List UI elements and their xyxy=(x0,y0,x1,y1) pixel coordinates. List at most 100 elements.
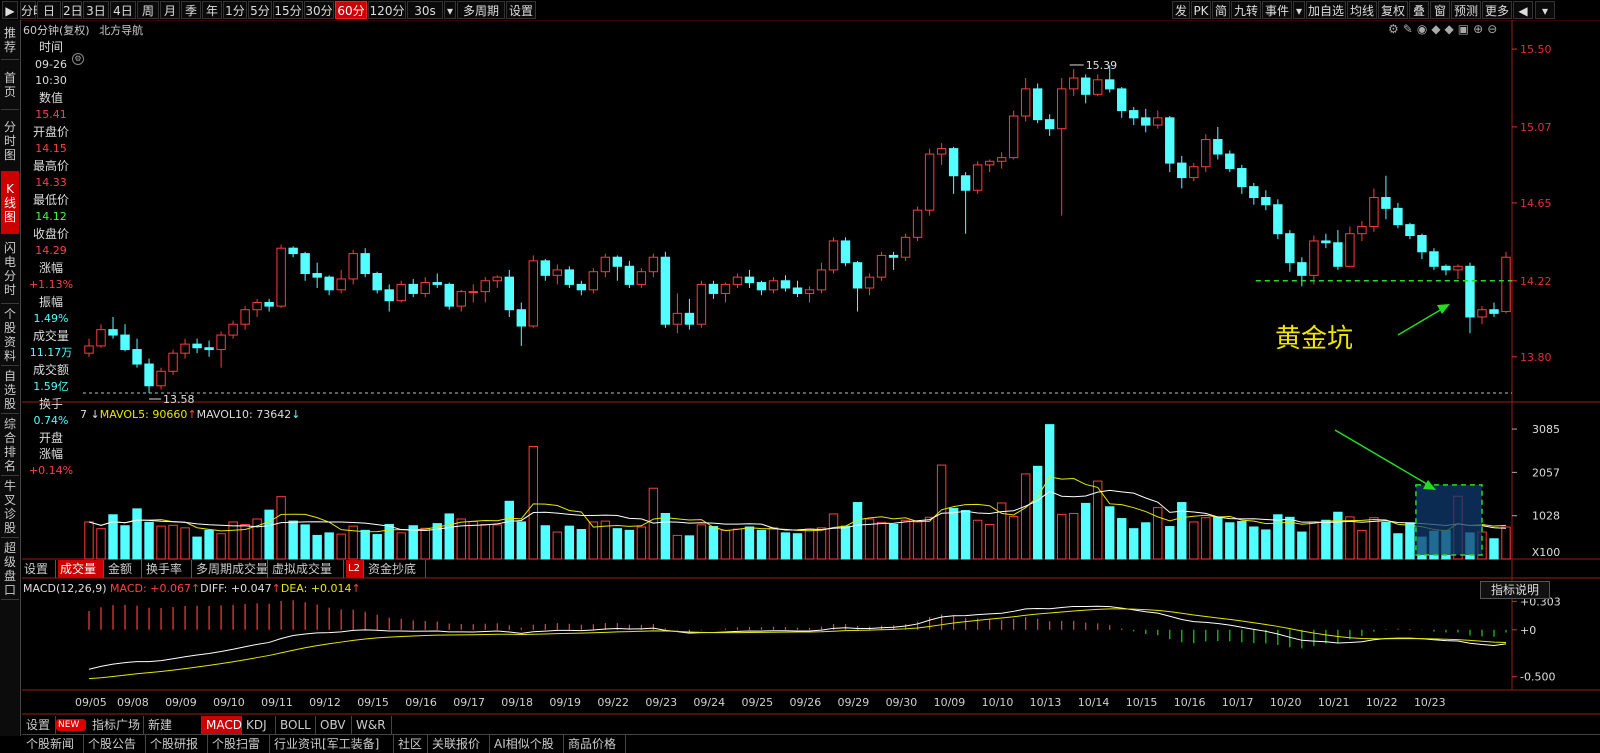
volume-bar xyxy=(744,526,755,560)
indicator-tab-0[interactable]: 设置 xyxy=(22,560,56,578)
news-tab-1[interactable]: 个股公告 xyxy=(84,735,146,753)
gear-icon[interactable]: ⚙ xyxy=(1388,22,1403,36)
volume-bar xyxy=(264,509,274,560)
candle-body xyxy=(348,253,358,280)
news-tab-3[interactable]: 个股扫雷 xyxy=(208,735,270,753)
candle-body xyxy=(600,256,611,273)
volume-legend: 7 ↓MAVOL5: 90660↑MAVOL10: 73642↓ xyxy=(80,408,301,421)
candle-body xyxy=(252,301,262,311)
candle-body xyxy=(1369,196,1379,227)
volume-panel[interactable] xyxy=(84,424,1511,560)
price-tick-label: 13.80 xyxy=(1520,351,1552,364)
arrow-head-icon xyxy=(1437,304,1450,314)
news-tab-2[interactable]: 个股研报 xyxy=(146,735,208,753)
news-tab-6[interactable]: 关联报价 xyxy=(428,735,490,753)
candle-body xyxy=(1405,224,1415,237)
volume-bar xyxy=(696,524,707,560)
macd-panel[interactable] xyxy=(88,600,1507,680)
indicator-select-7[interactable]: OBV xyxy=(316,716,352,734)
news-tab-4[interactable]: 行业资讯[军工装备] xyxy=(270,735,394,753)
macd-title: MACD(12,26,9) xyxy=(23,582,107,595)
date-tick-label: 09/10 xyxy=(213,696,245,709)
volume-bar xyxy=(792,533,803,560)
indicator-tab-5[interactable]: 虚拟成交量 xyxy=(270,560,344,578)
candle-body xyxy=(720,283,731,294)
indicator-select-3[interactable]: 新建 xyxy=(144,716,202,734)
dea-value: +0.014 xyxy=(310,582,352,595)
candle-body xyxy=(1489,309,1499,314)
volume-bar xyxy=(1345,516,1355,560)
date-tick-label: 09/24 xyxy=(693,696,725,709)
volume-bar xyxy=(180,527,190,560)
candle-body xyxy=(684,312,695,325)
indicator-select-8[interactable]: W&R xyxy=(352,716,392,734)
candle-body xyxy=(1165,117,1175,164)
candle-body xyxy=(1381,196,1391,209)
candle-body xyxy=(216,334,226,351)
indicator-tab-3[interactable]: 换手率 xyxy=(144,560,192,578)
zoom-out-icon[interactable]: ⊖ xyxy=(1487,22,1501,36)
indicator-select-6[interactable]: BOLL xyxy=(276,716,316,734)
volume-bar xyxy=(288,520,298,560)
volume-bar xyxy=(876,521,887,560)
news-tab-7[interactable]: AI相似个股 xyxy=(490,735,564,753)
candle-body xyxy=(696,283,707,325)
candle-body xyxy=(744,276,755,284)
dea-line xyxy=(88,608,1507,680)
candle-body xyxy=(1297,262,1307,276)
news-tab-0[interactable]: 个股新闻 xyxy=(22,735,84,753)
candle-body xyxy=(144,363,154,387)
volume-bar xyxy=(1261,529,1271,560)
volume-bar xyxy=(1213,516,1223,560)
indicator-select-5[interactable]: KDJ xyxy=(242,716,276,734)
indicator-tab-1[interactable]: 成交量 xyxy=(58,560,104,578)
indicator-tabs: 设置 成交量 金额 换手率 多周期成交量 虚拟成交量 L2 资金抄底 xyxy=(22,560,1532,578)
indicator-select-1[interactable]: NEW xyxy=(56,719,86,731)
indicator-select-4[interactable]: MACD xyxy=(202,716,242,734)
diamond-icon[interactable]: ◆ xyxy=(1431,22,1444,36)
candle-body xyxy=(1237,168,1247,188)
candle-body xyxy=(156,370,166,387)
zoom-in-icon[interactable]: ⊕ xyxy=(1473,22,1487,36)
indicator-tab-2[interactable]: 金额 xyxy=(106,560,142,578)
candle-body xyxy=(960,175,971,191)
eye-icon[interactable]: ◉ xyxy=(1417,22,1431,36)
volume-bar xyxy=(708,526,719,560)
candle-body xyxy=(1285,233,1295,264)
macd-label: MACD: xyxy=(110,582,147,595)
candle-body xyxy=(1032,88,1043,121)
date-tick-label: 09/30 xyxy=(886,696,918,709)
mavol5-label: MAVOL5: xyxy=(99,408,149,421)
annotations: 15.39 13.58 黄金坑 xyxy=(149,59,1512,556)
indicator-help-button[interactable]: 指标说明 xyxy=(1480,581,1550,599)
candle-body xyxy=(120,334,130,351)
indicator-select-0[interactable]: 设置 xyxy=(22,716,56,734)
candle-body xyxy=(936,148,947,155)
volume-bar xyxy=(1405,522,1415,560)
indicator-tab-6[interactable]: L2 xyxy=(346,560,364,578)
date-tick-label: 10/20 xyxy=(1270,696,1302,709)
candle-body xyxy=(636,271,647,285)
candle-body xyxy=(948,148,959,177)
macd-tick-label: -0.500 xyxy=(1520,671,1555,684)
volume-bar xyxy=(300,524,310,560)
indicator-tab-7[interactable]: 资金抄底 xyxy=(366,560,426,578)
volume-bar xyxy=(144,521,154,560)
indicator-tab-4[interactable]: 多周期成交量 xyxy=(194,560,268,578)
candle-body xyxy=(1441,265,1451,271)
lock-icon[interactable]: ▣ xyxy=(1458,22,1473,36)
candle-body xyxy=(492,276,502,282)
pen-icon[interactable]: ✎ xyxy=(1403,22,1417,36)
diamond-icon[interactable]: ◆ xyxy=(1445,22,1458,36)
candle-body xyxy=(168,352,178,372)
candle-body xyxy=(240,309,250,325)
candle-body xyxy=(468,291,478,294)
volume-bar xyxy=(852,502,863,560)
news-tab-8[interactable]: 商品价格 xyxy=(564,735,626,753)
volume-bar xyxy=(528,446,539,560)
candle-body xyxy=(516,309,527,327)
indicator-select-2[interactable]: 指标广场 xyxy=(88,716,144,734)
candle-body xyxy=(912,209,923,238)
news-tab-5[interactable]: 社区 xyxy=(394,735,428,753)
volume-bar xyxy=(276,496,286,560)
